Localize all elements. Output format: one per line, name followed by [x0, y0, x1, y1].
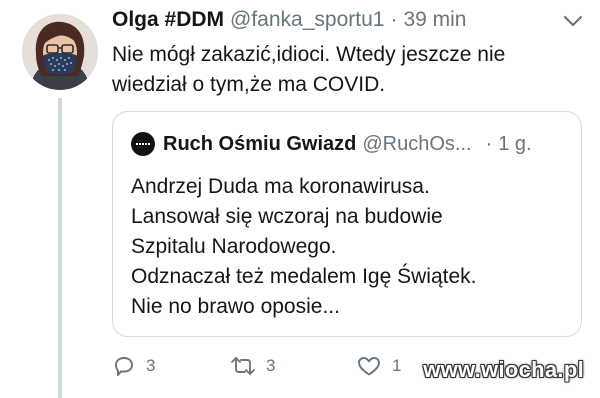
quoted-author-avatar [131, 132, 155, 156]
thread-connector-line [58, 98, 62, 398]
retweet-button[interactable]: 3 [230, 354, 275, 378]
author-avatar[interactable] [22, 14, 98, 90]
quoted-tweet-text: Andrzej Duda ma koronawirusa. Lansował s… [131, 172, 571, 322]
author-avatar-image [22, 14, 98, 90]
quoted-text-line: Lansował się wczoraj na budowie [131, 205, 443, 228]
quoted-text-line: Andrzej Duda ma koronawirusa. [131, 175, 430, 198]
quoted-header-separator: · [485, 132, 493, 155]
tweet-timestamp[interactable]: 39 min [403, 8, 466, 32]
tweet-text: Nie mógł zakazić,idioci. Wtedy jeszcze n… [112, 40, 582, 100]
quoted-author-handle: @RuchOs... [362, 132, 472, 155]
reply-icon [115, 357, 133, 376]
quoted-text-line: Nie no brawo oposie... [131, 295, 340, 318]
watermark-text: www.wiocha.pl [423, 357, 584, 382]
retweet-count: 3 [266, 356, 276, 375]
header-separator: · [390, 8, 398, 31]
reply-count: 3 [146, 356, 156, 375]
tweet-text-line: Nie mógł zakazić,idioci. Wtedy jeszcze n… [112, 43, 506, 66]
quoted-text-line: Odznaczał też medalem Igę Świątek. [131, 265, 477, 288]
quoted-text-line: Szpitalu Narodowego. [131, 235, 337, 258]
reply-button[interactable]: 3 [112, 354, 155, 378]
like-count: 1 [392, 356, 402, 375]
heart-icon [358, 357, 380, 376]
retweet-icon [231, 357, 255, 375]
quoted-tweet-timestamp: 1 g. [498, 132, 532, 155]
quoted-tweet-card[interactable]: Ruch Ośmiu Gwiazd @RuchOs... · 1 g. Andr… [112, 111, 582, 337]
quoted-author-name: Ruch Ośmiu Gwiazd [163, 132, 357, 155]
tweet-text-line: wiedział o tym,że ma COVID. [112, 73, 386, 96]
author-name[interactable]: Olga #DDM [112, 8, 224, 32]
like-button[interactable]: 1 [356, 354, 401, 378]
chevron-down-icon[interactable] [562, 14, 584, 28]
author-handle[interactable]: @fanka_sportu1 [230, 8, 384, 32]
quoted-tweet-header: Ruch Ośmiu Gwiazd @RuchOs... · 1 g. [131, 132, 567, 156]
tweet-header: Olga #DDM @fanka_sportu1 · 39 min [112, 8, 580, 38]
